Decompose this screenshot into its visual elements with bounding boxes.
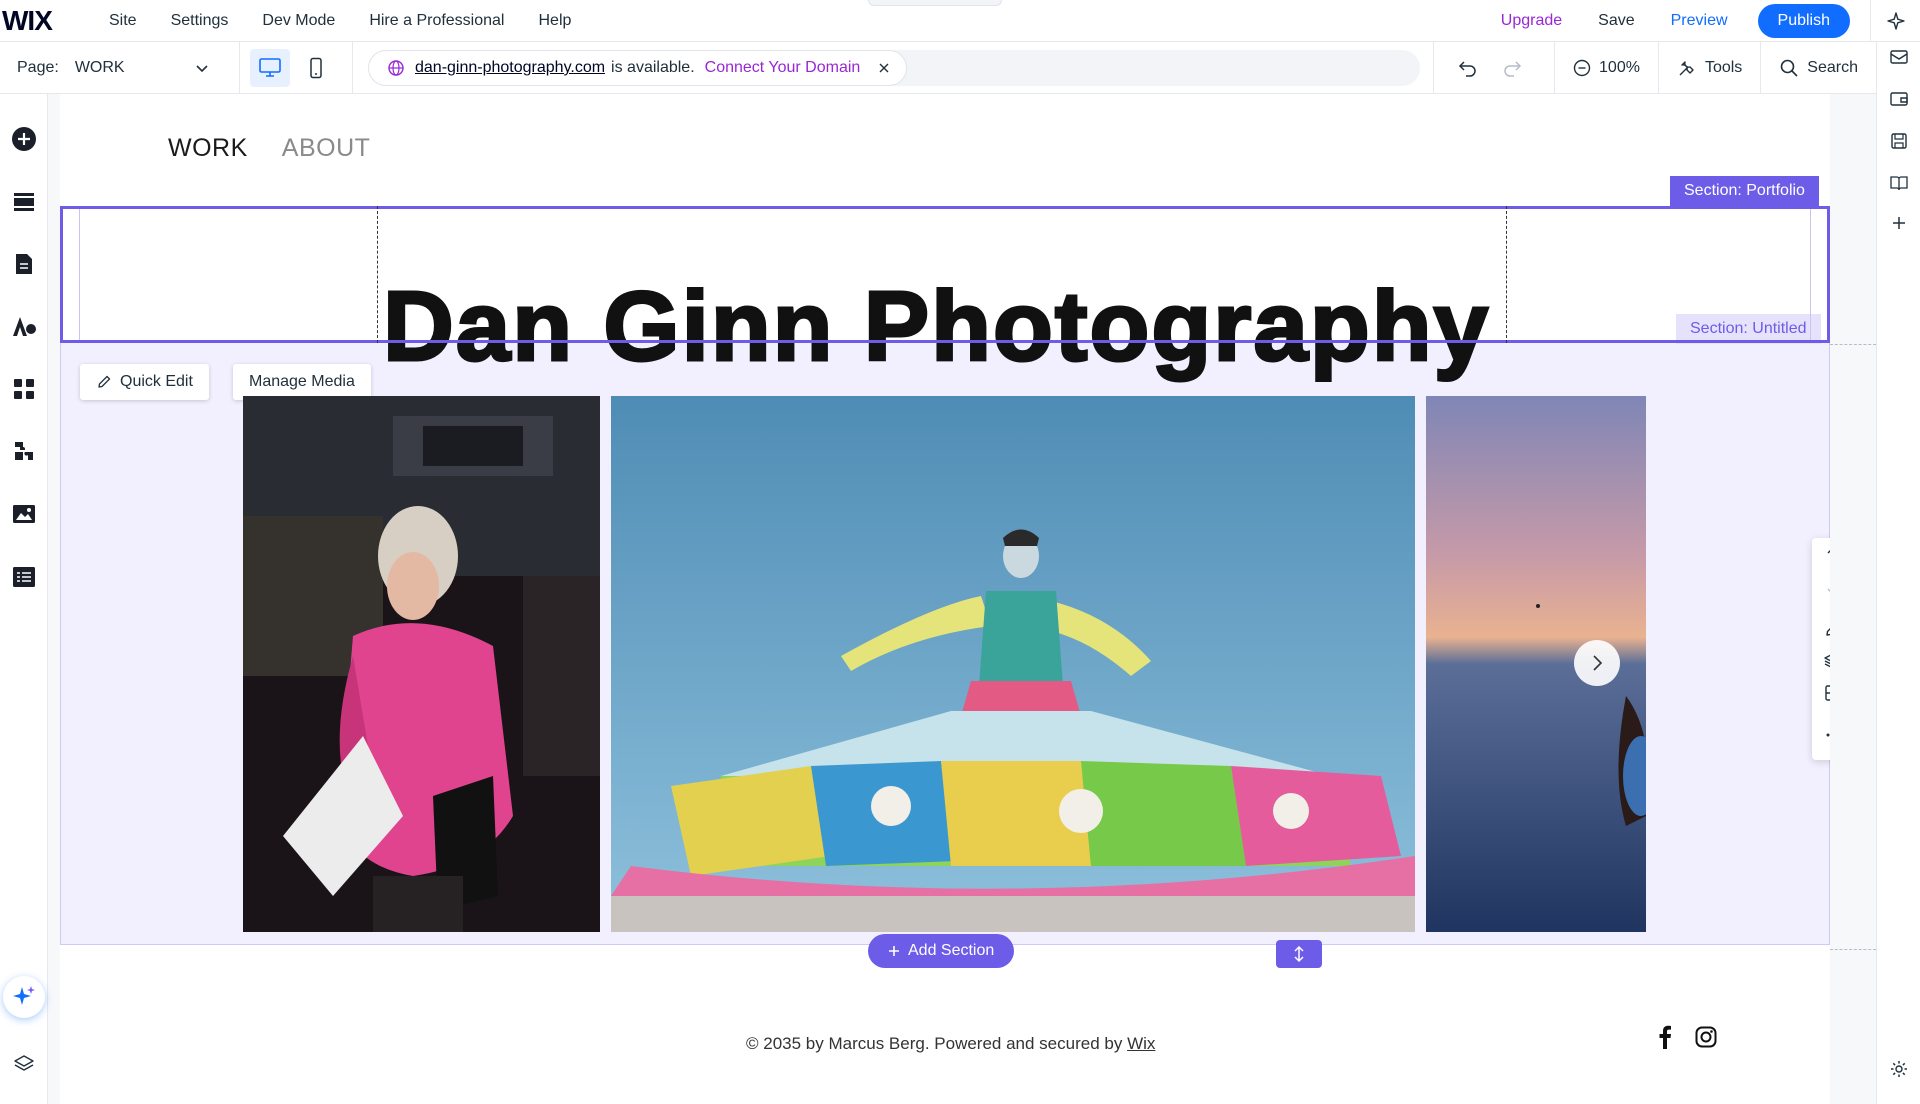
upgrade-button[interactable]: Upgrade xyxy=(1483,12,1580,30)
tools-button[interactable]: Tools xyxy=(1657,42,1760,94)
mobile-view-icon[interactable] xyxy=(296,49,336,87)
media-icon[interactable] xyxy=(0,494,48,534)
site-nav-about[interactable]: ABOUT xyxy=(282,134,371,163)
move-down-icon[interactable] xyxy=(1812,572,1830,602)
domain-name-link[interactable]: dan-ginn-photography.com xyxy=(415,59,605,77)
instagram-icon[interactable] xyxy=(1691,1022,1721,1052)
apps-icon[interactable] xyxy=(0,369,48,409)
site-navigation: WORK ABOUT xyxy=(168,134,370,163)
footer-copyright: © 2035 by Marcus Berg. Powered and secur… xyxy=(746,1034,1155,1054)
save-site-icon[interactable] xyxy=(1877,126,1920,156)
section-inner-guide-right xyxy=(1810,209,1811,340)
more-options-icon[interactable] xyxy=(1812,720,1830,750)
search-icon xyxy=(1779,58,1807,78)
pages-icon[interactable] xyxy=(0,244,48,284)
globe-icon xyxy=(387,59,405,77)
settings-gear-icon[interactable] xyxy=(1877,1054,1920,1084)
editor-toolbar: Page: WORK dan-ginn-photography.com is a… xyxy=(0,41,1876,94)
close-icon[interactable] xyxy=(878,62,890,74)
redo-icon[interactable] xyxy=(1502,59,1530,77)
zoom-control[interactable]: 100% xyxy=(1554,42,1658,94)
ai-sparkle-icon[interactable] xyxy=(1870,0,1920,42)
facebook-icon[interactable] xyxy=(1650,1022,1680,1052)
zoom-out-icon xyxy=(1573,59,1599,77)
site-canvas[interactable]: WORK ABOUT Section: Portfolio Section: U… xyxy=(60,94,1830,1104)
page-selector[interactable]: Page: WORK xyxy=(0,41,240,94)
zoom-value: 100% xyxy=(1599,59,1640,76)
section-floating-toolbar xyxy=(1812,538,1830,760)
layout-icon[interactable] xyxy=(1812,678,1830,708)
gallery-photo-carousel[interactable] xyxy=(611,396,1415,932)
toolbar-right: 100% Tools Search xyxy=(1433,42,1876,94)
chevron-right-icon xyxy=(1590,653,1604,673)
top-bar: WIX Site Settings Dev Mode Hire a Profes… xyxy=(0,0,1920,42)
menu-hire-professional[interactable]: Hire a Professional xyxy=(352,12,521,30)
menu-site[interactable]: Site xyxy=(92,12,154,30)
section-portfolio-tag[interactable]: Section: Portfolio xyxy=(1670,176,1819,206)
wix-logo[interactable]: WIX xyxy=(2,5,92,37)
move-up-icon[interactable] xyxy=(1812,540,1830,570)
section-guide xyxy=(1830,949,1876,950)
pencil-icon xyxy=(96,374,120,390)
edit-pencil-icon[interactable] xyxy=(1812,614,1830,644)
preview-button[interactable]: Preview xyxy=(1653,12,1746,30)
left-rail xyxy=(0,94,48,1104)
search-button[interactable]: Search xyxy=(1760,42,1876,94)
business-apps-icon[interactable] xyxy=(0,431,48,471)
search-label: Search xyxy=(1807,59,1858,76)
mail-icon[interactable] xyxy=(1877,42,1920,72)
ai-assistant-icon[interactable] xyxy=(3,976,45,1018)
menu-dev-mode[interactable]: Dev Mode xyxy=(245,12,352,30)
footer-text: © 2035 by Marcus Berg. Powered and secur… xyxy=(746,1034,1123,1053)
plus-icon[interactable] xyxy=(1877,208,1920,238)
quick-edit-button[interactable]: Quick Edit xyxy=(80,364,209,400)
layers-icon[interactable] xyxy=(0,1044,48,1084)
add-elements-icon[interactable] xyxy=(0,119,48,159)
domain-banner: dan-ginn-photography.com is available. C… xyxy=(368,50,908,86)
page-label: Page: xyxy=(17,58,59,76)
page-value: WORK xyxy=(74,58,125,76)
plus-icon xyxy=(888,945,900,957)
sections-icon[interactable] xyxy=(0,182,48,222)
quick-edit-label: Quick Edit xyxy=(120,373,193,390)
right-rail xyxy=(1876,42,1920,1104)
manage-media-button[interactable]: Manage Media xyxy=(233,364,371,400)
site-nav-work[interactable]: WORK xyxy=(168,134,248,163)
top-notch xyxy=(868,0,1002,6)
menu-help[interactable]: Help xyxy=(521,12,588,30)
chevron-down-icon xyxy=(195,61,209,75)
section-inner-guide-left xyxy=(79,209,80,340)
top-actions: Upgrade Save Preview Publish xyxy=(1483,0,1920,42)
design-icon[interactable] xyxy=(0,306,48,346)
undo-icon[interactable] xyxy=(1458,59,1486,77)
manage-media-label: Manage Media xyxy=(249,373,355,390)
save-button[interactable]: Save xyxy=(1580,12,1652,30)
domain-status: is available. xyxy=(611,59,695,76)
wallet-icon[interactable] xyxy=(1877,84,1920,114)
gallery-next-button[interactable] xyxy=(1574,640,1620,686)
publish-button[interactable]: Publish xyxy=(1757,4,1850,38)
title-bounding-box xyxy=(377,206,1507,343)
undo-redo-group xyxy=(1433,42,1554,94)
gallery-photo-woman-pink-coat[interactable] xyxy=(243,396,600,932)
layers-stack-icon[interactable] xyxy=(1812,646,1830,676)
learn-icon[interactable] xyxy=(1877,168,1920,198)
vertical-resize-icon xyxy=(1293,945,1305,963)
section-guide xyxy=(1830,344,1876,345)
add-section-label: Add Section xyxy=(908,942,995,959)
add-section-button[interactable]: Add Section xyxy=(868,934,1015,968)
desktop-view-icon[interactable] xyxy=(250,48,290,87)
cms-icon[interactable] xyxy=(0,557,48,597)
top-menu: Site Settings Dev Mode Hire a Profession… xyxy=(92,12,588,30)
device-switcher xyxy=(240,41,353,94)
connect-domain-link[interactable]: Connect Your Domain xyxy=(705,59,861,77)
footer-wix-link[interactable]: Wix xyxy=(1127,1034,1155,1053)
canvas-gutter xyxy=(1830,94,1876,1104)
section-resize-handle[interactable] xyxy=(1276,940,1322,968)
tools-label: Tools xyxy=(1704,59,1743,76)
menu-settings[interactable]: Settings xyxy=(154,12,246,30)
tools-icon xyxy=(1677,58,1705,78)
